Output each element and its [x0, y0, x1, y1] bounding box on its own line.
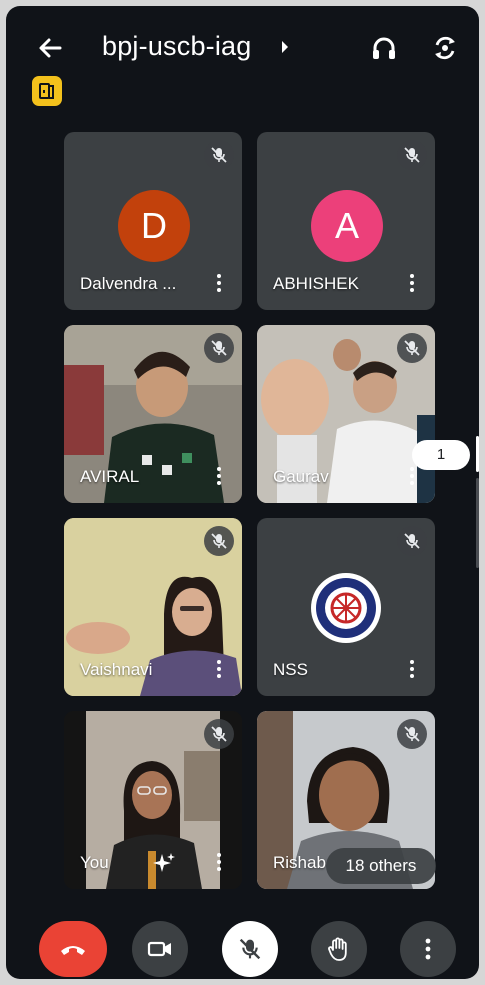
end-call-button[interactable]: [39, 921, 107, 977]
participant-tile[interactable]: Vaishnavi: [64, 518, 242, 696]
top-bar: bpj-uscb-iag: [6, 24, 479, 72]
switch-camera-icon[interactable]: [430, 33, 460, 63]
participant-tile[interactable]: AVIRAL: [64, 325, 242, 503]
headphones-icon[interactable]: [370, 34, 398, 62]
mic-off-icon: [397, 333, 427, 363]
participant-name: Vaishnavi: [80, 660, 153, 679]
participant-name: Rishab: [273, 853, 326, 872]
participant-name: You: [80, 853, 109, 872]
participant-name: Dalvendra ...: [80, 274, 177, 293]
meet-screen: bpj-uscb-iag D Dalvendra ... A ABHISHEK: [6, 6, 479, 979]
more-vert-icon[interactable]: [216, 660, 222, 682]
mic-off-icon: [397, 719, 427, 749]
more-vert-icon[interactable]: [216, 274, 222, 296]
mic-off-icon: [239, 938, 261, 960]
scroll-track: [476, 478, 479, 568]
more-vert-icon[interactable]: [216, 853, 222, 875]
mic-off-icon: [204, 526, 234, 556]
more-vert-icon[interactable]: [409, 660, 415, 682]
more-vert-icon[interactable]: [409, 274, 415, 296]
participant-name: AVIRAL: [80, 467, 140, 486]
more-vert-icon[interactable]: [409, 467, 415, 489]
mic-off-icon: [204, 333, 234, 363]
more-vert-icon: [425, 938, 431, 960]
others-count-pill[interactable]: 18 others: [326, 848, 436, 884]
nss-logo: [311, 573, 381, 643]
mic-off-icon: [204, 140, 234, 170]
participant-name: ABHISHEK: [273, 274, 359, 293]
participant-tile[interactable]: D Dalvendra ...: [64, 132, 242, 310]
mic-button[interactable]: [222, 921, 278, 977]
participant-tile[interactable]: NSS: [257, 518, 435, 696]
page-count-pill[interactable]: 1: [412, 440, 470, 470]
more-vert-icon[interactable]: [216, 467, 222, 489]
avatar: D: [118, 190, 190, 262]
raise-hand-button[interactable]: [311, 921, 367, 977]
arrow-left-icon[interactable]: [34, 32, 66, 64]
participant-name: NSS: [273, 660, 308, 679]
mic-off-icon: [397, 526, 427, 556]
scroll-thumb[interactable]: [476, 436, 479, 472]
mic-off-icon: [204, 719, 234, 749]
raise-hand-icon: [328, 937, 347, 961]
participant-tile[interactable]: A ABHISHEK: [257, 132, 435, 310]
camera-button[interactable]: [132, 921, 188, 977]
participant-name: Gaurav: [273, 467, 329, 486]
more-options-button[interactable]: [400, 921, 456, 977]
end-call-icon: [61, 946, 85, 955]
self-view-tile[interactable]: You: [64, 711, 242, 889]
host-controls-icon[interactable]: [32, 76, 62, 106]
effects-sparkle-icon[interactable]: [152, 851, 176, 875]
mic-off-icon: [397, 140, 427, 170]
avatar: A: [311, 190, 383, 262]
caret-right-icon[interactable]: [280, 40, 290, 54]
meeting-code[interactable]: bpj-uscb-iag: [102, 31, 251, 62]
video-camera-icon: [147, 941, 171, 957]
participant-tile[interactable]: Gaurav: [257, 325, 435, 503]
